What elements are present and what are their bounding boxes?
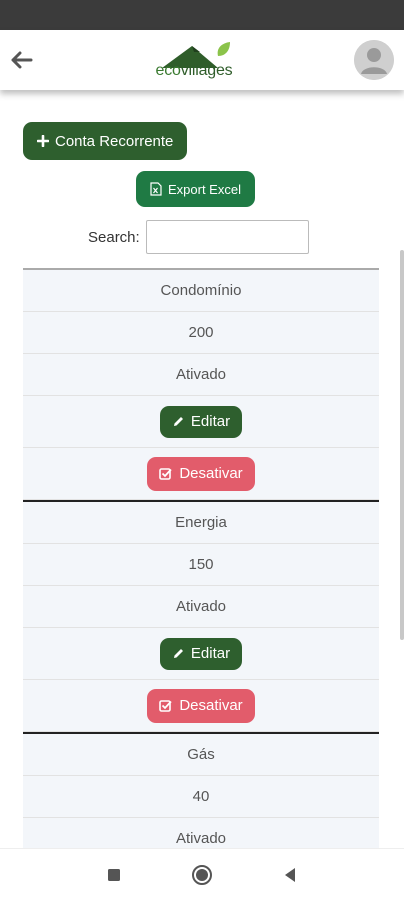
back-button[interactable] — [10, 48, 34, 72]
account-status-cell: Ativado — [23, 818, 379, 848]
system-nav-bar — [0, 848, 404, 900]
add-recurring-account-button[interactable]: Conta Recorrente — [23, 122, 188, 160]
recent-apps-button[interactable] — [102, 863, 126, 887]
system-back-button[interactable] — [278, 863, 302, 887]
check-square-icon — [159, 699, 172, 712]
logo-text-villages: villages — [180, 62, 233, 79]
account-value-cell: 40 — [23, 776, 379, 818]
triangle-back-icon — [285, 867, 295, 882]
top-actions: Conta Recorrente Export Excel Search: — [0, 90, 404, 270]
check-square-icon — [159, 467, 172, 480]
deactivate-cell: Desativar — [23, 680, 379, 732]
ecovillages-logo: ecovillages — [154, 42, 234, 80]
edit-button[interactable]: Editar — [159, 637, 243, 670]
account-value-cell: 200 — [23, 312, 379, 354]
edit-cell: Editar — [23, 396, 379, 448]
edit-button[interactable]: Editar — [159, 405, 243, 438]
user-avatar-icon — [354, 40, 394, 80]
plus-icon — [37, 135, 49, 147]
account-name-cell: Gás — [23, 734, 379, 776]
edit-label: Editar — [190, 645, 231, 662]
accounts-table: Condomínio 200 Ativado Editar Desativar … — [23, 268, 379, 848]
logo-text: ecovillages — [156, 62, 233, 80]
export-excel-button[interactable]: Export Excel — [136, 171, 255, 207]
deactivate-button[interactable]: Desativar — [147, 688, 255, 723]
deactivate-label: Desativar — [179, 697, 243, 714]
edit-label: Editar — [190, 413, 231, 430]
add-recurring-account-label: Conta Recorrente — [55, 132, 174, 150]
home-button[interactable] — [190, 863, 214, 887]
account-status-cell: Ativado — [23, 354, 379, 396]
pencil-icon — [173, 649, 183, 658]
search-label: Search: — [88, 228, 140, 246]
table-row: Energia 150 Ativado Editar Desativar — [23, 500, 379, 732]
account-status-cell: Ativado — [23, 586, 379, 628]
deactivate-cell: Desativar — [23, 448, 379, 500]
home-circle-icon — [192, 864, 212, 885]
deactivate-label: Desativar — [179, 465, 243, 482]
search-input[interactable] — [145, 220, 309, 254]
deactivate-button[interactable]: Desativar — [147, 456, 255, 491]
logo-text-eco: eco — [155, 62, 181, 79]
edit-cell: Editar — [23, 628, 379, 680]
excel-file-icon — [150, 182, 162, 196]
status-bar — [0, 0, 404, 30]
main-content: Conta Recorrente Export Excel Search: Co… — [0, 90, 404, 848]
table-row: Condomínio 200 Ativado Editar Desativar — [23, 268, 379, 500]
arrow-left-icon — [11, 51, 33, 69]
search-bar: Search: — [88, 220, 309, 254]
app-header: ecovillages — [0, 30, 404, 90]
account-name-cell: Condomínio — [23, 270, 379, 312]
recent-apps-icon — [108, 868, 120, 881]
pencil-icon — [173, 417, 183, 426]
account-name-cell: Energia — [23, 502, 379, 544]
avatar[interactable] — [354, 40, 394, 80]
account-value-cell: 150 — [23, 544, 379, 586]
table-row: Gás 40 Ativado — [23, 732, 379, 848]
export-excel-label: Export Excel — [168, 181, 241, 197]
scrollbar[interactable] — [400, 250, 404, 640]
